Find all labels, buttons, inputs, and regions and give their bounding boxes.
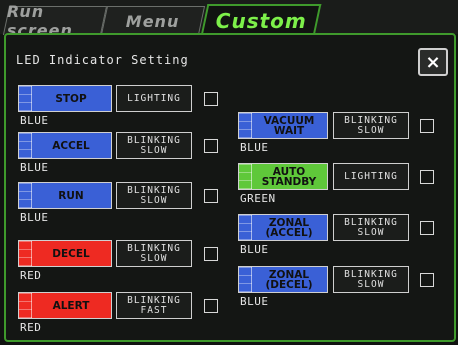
enable-checkbox[interactable] xyxy=(204,247,218,261)
led-strip-icon xyxy=(239,267,252,292)
enable-checkbox[interactable] xyxy=(420,221,434,235)
blink-mode-selector[interactable]: BLINKING SLOW xyxy=(333,214,409,241)
led-color-button[interactable]: ALERT xyxy=(18,292,112,319)
led-color-name: GREEN xyxy=(240,192,276,205)
led-label: VACUUM WAIT xyxy=(263,114,315,137)
led-color-name: BLUE xyxy=(240,141,269,154)
led-strip-icon xyxy=(19,183,32,208)
tab-custom-label: Custom xyxy=(215,9,307,33)
page-title: LED Indicator Setting xyxy=(16,53,189,67)
led-color-button[interactable]: DECEL xyxy=(18,240,112,267)
blink-mode-selector[interactable]: BLINKING SLOW xyxy=(116,182,192,209)
led-color-name: RED xyxy=(20,269,42,282)
led-label: DECEL xyxy=(52,247,90,260)
led-color-name: BLUE xyxy=(240,295,269,308)
tab-bar: Run screen Menu Custom xyxy=(0,0,458,40)
led-label: AUTO STANDBY xyxy=(261,165,317,188)
blink-mode-selector[interactable]: LIGHTING xyxy=(333,163,409,190)
led-color-button[interactable]: ZONAL (ACCEL) xyxy=(238,214,328,241)
enable-checkbox[interactable] xyxy=(204,299,218,313)
led-strip-icon xyxy=(19,133,32,158)
led-color-button[interactable]: ZONAL (DECEL) xyxy=(238,266,328,293)
enable-checkbox[interactable] xyxy=(204,189,218,203)
led-strip-icon xyxy=(239,164,252,189)
led-label: ACCEL xyxy=(52,139,90,152)
led-color-button[interactable]: VACUUM WAIT xyxy=(238,112,328,139)
led-color-name: RED xyxy=(20,321,42,334)
led-label: ALERT xyxy=(52,299,90,312)
blink-mode-selector[interactable]: BLINKING FAST xyxy=(116,292,192,319)
led-color-name: BLUE xyxy=(20,211,49,224)
led-label: ZONAL (ACCEL) xyxy=(265,216,313,239)
tab-custom[interactable]: Custom xyxy=(200,4,322,36)
led-strip-icon xyxy=(239,215,252,240)
enable-checkbox[interactable] xyxy=(420,273,434,287)
led-color-button[interactable]: STOP xyxy=(18,85,112,112)
blink-mode-selector[interactable]: BLINKING SLOW xyxy=(333,266,409,293)
led-color-button[interactable]: ACCEL xyxy=(18,132,112,159)
tab-menu-label: Menu xyxy=(126,11,180,31)
blink-mode-selector[interactable]: BLINKING SLOW xyxy=(333,112,409,139)
led-label: ZONAL (DECEL) xyxy=(265,268,313,291)
tab-menu[interactable]: Menu xyxy=(100,6,206,35)
led-strip-icon xyxy=(19,293,32,318)
led-color-button[interactable]: RUN xyxy=(18,182,112,209)
enable-checkbox[interactable] xyxy=(420,170,434,184)
led-strip-icon xyxy=(239,113,252,138)
blink-mode-selector[interactable]: BLINKING SLOW xyxy=(116,132,192,159)
enable-checkbox[interactable] xyxy=(420,119,434,133)
led-strip-icon xyxy=(19,86,32,111)
blink-mode-selector[interactable]: BLINKING SLOW xyxy=(116,240,192,267)
led-color-name: BLUE xyxy=(20,161,49,174)
blink-mode-selector[interactable]: LIGHTING xyxy=(116,85,192,112)
led-color-name: BLUE xyxy=(240,243,269,256)
close-button[interactable]: × xyxy=(418,48,448,76)
tab-run-screen[interactable]: Run screen xyxy=(2,2,108,40)
close-icon: × xyxy=(425,51,441,73)
led-label: STOP xyxy=(55,92,87,105)
led-color-name: BLUE xyxy=(20,114,49,127)
enable-checkbox[interactable] xyxy=(204,139,218,153)
led-strip-icon xyxy=(19,241,32,266)
led-label: RUN xyxy=(58,189,84,202)
led-color-button[interactable]: AUTO STANDBY xyxy=(238,163,328,190)
enable-checkbox[interactable] xyxy=(204,92,218,106)
